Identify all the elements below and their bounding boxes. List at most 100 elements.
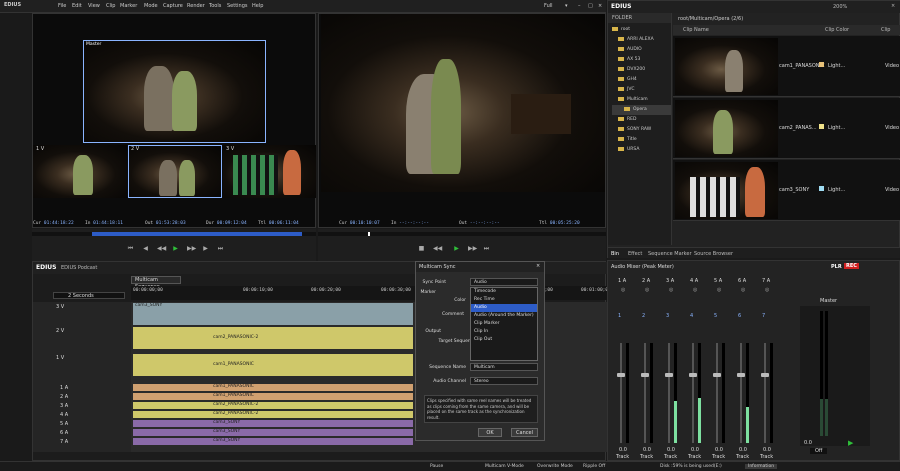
folder-item[interactable]: URSA (612, 145, 671, 155)
step-forward-icon[interactable]: ▶ (202, 245, 209, 252)
option-timecode[interactable]: Timecode (471, 288, 537, 296)
clip[interactable]: cam3_SONY (133, 429, 413, 436)
folder-item-selected[interactable]: Opera (612, 105, 671, 115)
clip[interactable]: cam2_PANASONIC-2 (133, 327, 413, 349)
sequence-name-input[interactable]: Multicam (470, 363, 538, 371)
channel-mode[interactable]: Track (688, 454, 701, 460)
menu-tools[interactable]: Tools (209, 3, 221, 9)
preset-select[interactable]: Full (544, 3, 553, 9)
channel-mode[interactable]: Track (712, 454, 725, 460)
folder-item[interactable]: AX 53 (612, 55, 671, 65)
camera-3-preview[interactable] (223, 145, 316, 198)
clip[interactable]: cam3_SONY (133, 420, 413, 427)
option-clip-out[interactable]: Clip Out (471, 336, 537, 344)
folder-item[interactable]: RED (612, 115, 671, 125)
option-audio[interactable]: Audio (471, 304, 537, 312)
maximize-icon[interactable]: □ (588, 3, 593, 9)
folder-item[interactable]: SONY RAW (612, 125, 671, 135)
tab-effect[interactable]: Effect (628, 251, 642, 257)
folder-item[interactable]: JVC (612, 85, 671, 95)
clip-row[interactable]: cam3_SONY Light... Video (673, 160, 900, 221)
pan-knob-icon[interactable]: ◎ (765, 287, 769, 293)
pan-knob-icon[interactable]: ◎ (741, 287, 745, 293)
prev-edit-icon[interactable]: ⏮ (127, 245, 134, 252)
folder-root[interactable]: root (612, 25, 671, 35)
track-label[interactable]: 7 A (60, 439, 68, 445)
information-button[interactable]: Information (745, 464, 778, 469)
menu-mode[interactable]: Mode (144, 3, 158, 9)
menu-marker[interactable]: Marker (120, 3, 137, 9)
channel-mode[interactable]: Track (664, 454, 677, 460)
play-icon[interactable]: ▶ (848, 439, 853, 447)
clip-row[interactable]: cam1_PANASONIC Light... Video (673, 36, 900, 97)
folder-item[interactable]: Multicam (612, 95, 671, 105)
master-mode-select[interactable]: Off (810, 448, 828, 454)
menu-file[interactable]: File (58, 3, 66, 9)
close-icon[interactable]: × (891, 3, 895, 9)
menu-settings[interactable]: Settings (227, 3, 248, 9)
channel-fader[interactable] (617, 343, 625, 443)
channel-mode[interactable]: Track (760, 454, 773, 460)
recorder-scrubber[interactable] (318, 232, 606, 236)
close-icon[interactable]: × (536, 263, 540, 269)
channel-fader[interactable] (689, 343, 697, 443)
next-edit-icon[interactable]: ⏭ (217, 245, 224, 252)
track-label[interactable]: 1 V (56, 355, 64, 361)
minimize-icon[interactable]: – (578, 3, 581, 9)
folder-item[interactable]: Title (612, 135, 671, 145)
menu-view[interactable]: View (88, 3, 100, 9)
sync-point-dropdown[interactable]: Timecode Rec Time Audio Audio (Around th… (470, 287, 538, 361)
clip[interactable]: cam3_SONY (133, 303, 413, 325)
ok-button[interactable]: OK (478, 428, 502, 437)
channel-fader[interactable] (761, 343, 769, 443)
sync-point-select[interactable]: Audio (470, 278, 538, 286)
folder-item[interactable]: ARRI ALEXA (612, 35, 671, 45)
audio-channel-select[interactable]: Stereo (470, 377, 538, 385)
pan-knob-icon[interactable]: ◎ (621, 287, 625, 293)
chevron-down-icon[interactable]: ▾ (565, 3, 568, 9)
track-label[interactable]: 2 A (60, 394, 68, 400)
track-label[interactable]: 3 A (60, 403, 68, 409)
folder-item[interactable]: GH4 (612, 75, 671, 85)
channel-fader[interactable] (665, 343, 673, 443)
channel-fader[interactable] (641, 343, 649, 443)
track-label[interactable]: 4 A (60, 412, 68, 418)
camera-1-preview[interactable] (33, 145, 127, 198)
channel-fader[interactable] (737, 343, 745, 443)
pan-knob-icon[interactable]: ◎ (645, 287, 649, 293)
pan-knob-icon[interactable]: ◎ (693, 287, 697, 293)
play-icon[interactable]: ▶ (172, 245, 179, 252)
menu-help[interactable]: Help (252, 3, 263, 9)
folder-item[interactable]: AUDIO (612, 45, 671, 55)
track-label[interactable]: 2 V (56, 328, 64, 334)
clip[interactable]: cam1_PANASONIC (133, 384, 413, 391)
clip[interactable]: cam3_SONY (133, 438, 413, 445)
fast-forward-icon[interactable]: ▶▶ (468, 245, 477, 252)
timescale-select[interactable]: 2 Seconds (53, 292, 125, 299)
menu-capture[interactable]: Capture (163, 3, 183, 9)
track-label[interactable]: 6 A (60, 430, 68, 436)
channel-mode[interactable]: Track (736, 454, 749, 460)
channel-fader[interactable] (713, 343, 721, 443)
track-label[interactable]: 3 V (56, 304, 64, 310)
rewind-icon[interactable]: ◀◀ (433, 245, 442, 252)
tab-source-browser[interactable]: Source Browser (694, 251, 733, 257)
clip[interactable]: cam1_PANASONIC (133, 393, 413, 400)
rewind-icon[interactable]: ◀◀ (157, 245, 166, 252)
play-icon[interactable]: ▶ (453, 245, 460, 252)
camera-2-preview[interactable] (128, 145, 222, 198)
option-audio-around-marker[interactable]: Audio (Around the Marker) (471, 312, 537, 320)
folder-item[interactable]: DVX200 (612, 65, 671, 75)
option-clip-marker[interactable]: Clip Marker (471, 320, 537, 328)
stop-icon[interactable]: ■ (418, 245, 425, 252)
menu-clip[interactable]: Clip (106, 3, 115, 9)
clip[interactable]: cam1_PANASONIC (133, 354, 413, 376)
clip[interactable]: cam2_PANASONIC-2 (133, 411, 413, 418)
menu-edit[interactable]: Edit (72, 3, 82, 9)
tab-multicam-sequence[interactable]: Multicam Sequence (131, 276, 181, 290)
bin-zoom[interactable]: 200% (833, 4, 847, 10)
cancel-button[interactable]: Cancel (511, 428, 538, 437)
fast-forward-icon[interactable]: ▶▶ (187, 245, 196, 252)
clip[interactable]: cam2_PANASONIC-2 (133, 402, 413, 409)
channel-mode[interactable]: Track (640, 454, 653, 460)
